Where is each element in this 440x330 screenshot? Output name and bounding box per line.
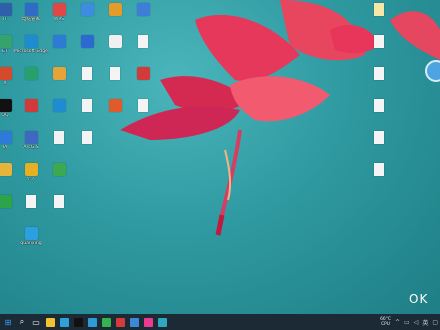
desktop-icon-label: Microsoft Edge bbox=[14, 49, 48, 54]
desktop-icon[interactable] bbox=[126, 67, 160, 81]
network-icon[interactable]: ▭ bbox=[404, 319, 410, 326]
app-icon bbox=[52, 163, 66, 176]
file-icon bbox=[374, 131, 384, 144]
file-icon bbox=[82, 67, 92, 80]
assistant-bubble-icon[interactable] bbox=[425, 60, 440, 82]
wps-icon[interactable] bbox=[116, 317, 125, 327]
desktop-icon[interactable] bbox=[362, 35, 396, 49]
taskbar: ⊞ ⌕ ▭ 66°C CPU ^ ▭ ◁ 英 ▢ bbox=[0, 314, 440, 330]
brand-watermark: OK bbox=[409, 292, 429, 306]
file-icon bbox=[82, 99, 92, 112]
app-icon bbox=[136, 67, 150, 80]
app-icon bbox=[0, 67, 12, 80]
edge-icon bbox=[24, 35, 38, 48]
file-icon bbox=[374, 35, 384, 48]
file-icon bbox=[82, 131, 92, 144]
desktop-icon-label: QQ bbox=[1, 113, 9, 118]
app-icon bbox=[52, 35, 66, 48]
file-icon bbox=[374, 3, 384, 16]
desktop-icon[interactable] bbox=[70, 131, 104, 145]
file-icon bbox=[374, 99, 384, 112]
desktop-icon-label: WPS bbox=[53, 17, 65, 22]
desktop-icon[interactable] bbox=[362, 131, 396, 145]
app-icon bbox=[24, 67, 38, 80]
desktop-icon[interactable] bbox=[42, 163, 76, 177]
desktop-icon[interactable]: quanxing bbox=[14, 227, 48, 246]
app-icon[interactable] bbox=[74, 317, 83, 327]
app-icon[interactable] bbox=[88, 317, 97, 327]
desktop-icon-label: X bbox=[3, 81, 7, 86]
desktop-icon[interactable] bbox=[362, 3, 396, 17]
chevron-up-icon[interactable]: ^ bbox=[395, 319, 400, 326]
app-icon[interactable] bbox=[102, 317, 111, 327]
desktop-icon-label: ET bbox=[2, 49, 8, 54]
app-icon bbox=[24, 227, 38, 240]
file-icon bbox=[110, 67, 120, 80]
taskbar-apps: ⊞ ⌕ ▭ bbox=[0, 316, 167, 328]
app-icon[interactable] bbox=[130, 317, 139, 327]
app-icon bbox=[80, 35, 94, 48]
desktop-icon-label: IA bbox=[2, 145, 8, 150]
app-icon bbox=[0, 163, 12, 176]
file-icon bbox=[374, 163, 384, 176]
desktop-icon[interactable] bbox=[362, 67, 396, 81]
app-icon bbox=[0, 131, 12, 144]
file-icon bbox=[54, 131, 64, 144]
app-icon bbox=[108, 35, 122, 48]
desktop-icon-label: ArcGIS bbox=[23, 145, 39, 150]
petal-top bbox=[195, 14, 300, 81]
input-method-icon[interactable]: 英 bbox=[422, 318, 428, 327]
notification-icon[interactable]: ▢ bbox=[432, 319, 438, 326]
desktop-icon[interactable] bbox=[126, 35, 160, 49]
app-icon bbox=[24, 99, 38, 112]
petal-far-right bbox=[390, 11, 440, 60]
desktop-icon[interactable] bbox=[362, 163, 396, 177]
app-icon bbox=[52, 67, 66, 80]
task-view-icon[interactable]: ▭ bbox=[30, 316, 42, 328]
desktop-icon[interactable] bbox=[362, 99, 396, 113]
desktop-icon[interactable] bbox=[42, 195, 76, 209]
file-explorer-icon[interactable] bbox=[46, 317, 55, 327]
desktop-icon-label: quanxing bbox=[20, 241, 42, 246]
stamen bbox=[220, 129, 242, 216]
qq-icon bbox=[0, 99, 12, 112]
app-icon bbox=[0, 195, 12, 208]
app-icon[interactable] bbox=[144, 317, 153, 327]
file-icon bbox=[138, 99, 148, 112]
system-tray: 66°C CPU ^ ▭ ◁ 英 ▢ bbox=[380, 314, 438, 330]
app-icon bbox=[80, 3, 94, 16]
windows-icon[interactable]: ⊞ bbox=[2, 316, 14, 328]
file-icon bbox=[138, 35, 148, 48]
app-icon bbox=[0, 3, 12, 16]
app-icon bbox=[108, 99, 122, 112]
app-icon bbox=[108, 3, 122, 16]
file-icon bbox=[374, 67, 384, 80]
cpu-temp-widget[interactable]: 66°C CPU bbox=[380, 317, 391, 327]
desktop-icon-label: IT bbox=[2, 17, 8, 22]
app-icon bbox=[136, 3, 150, 16]
file-icon bbox=[26, 195, 36, 208]
petal-center bbox=[230, 76, 330, 122]
desktop-icon-label: 电脑管家 bbox=[21, 17, 41, 22]
desktop-icon[interactable] bbox=[126, 99, 160, 113]
folder-icon bbox=[24, 3, 38, 16]
desktop-icon-label: 个人 bbox=[26, 177, 36, 182]
file-icon bbox=[54, 195, 64, 208]
desktop: IT ET X QQ IA 电脑管家 Microsoft Edge ArcGIS 个人 quanx… bbox=[0, 0, 440, 314]
cpu-label: CPU bbox=[381, 322, 391, 327]
edge-icon[interactable] bbox=[60, 317, 69, 327]
app-icon[interactable] bbox=[158, 317, 167, 327]
app-icon bbox=[0, 35, 12, 48]
app-icon bbox=[24, 131, 38, 144]
app-icon bbox=[52, 99, 66, 112]
desktop-icon[interactable] bbox=[126, 3, 160, 17]
app-icon bbox=[24, 163, 38, 176]
pistil bbox=[215, 214, 225, 236]
volume-icon[interactable]: ◁ bbox=[414, 319, 419, 326]
search-icon[interactable]: ⌕ bbox=[16, 316, 28, 328]
wps-icon bbox=[52, 3, 66, 16]
